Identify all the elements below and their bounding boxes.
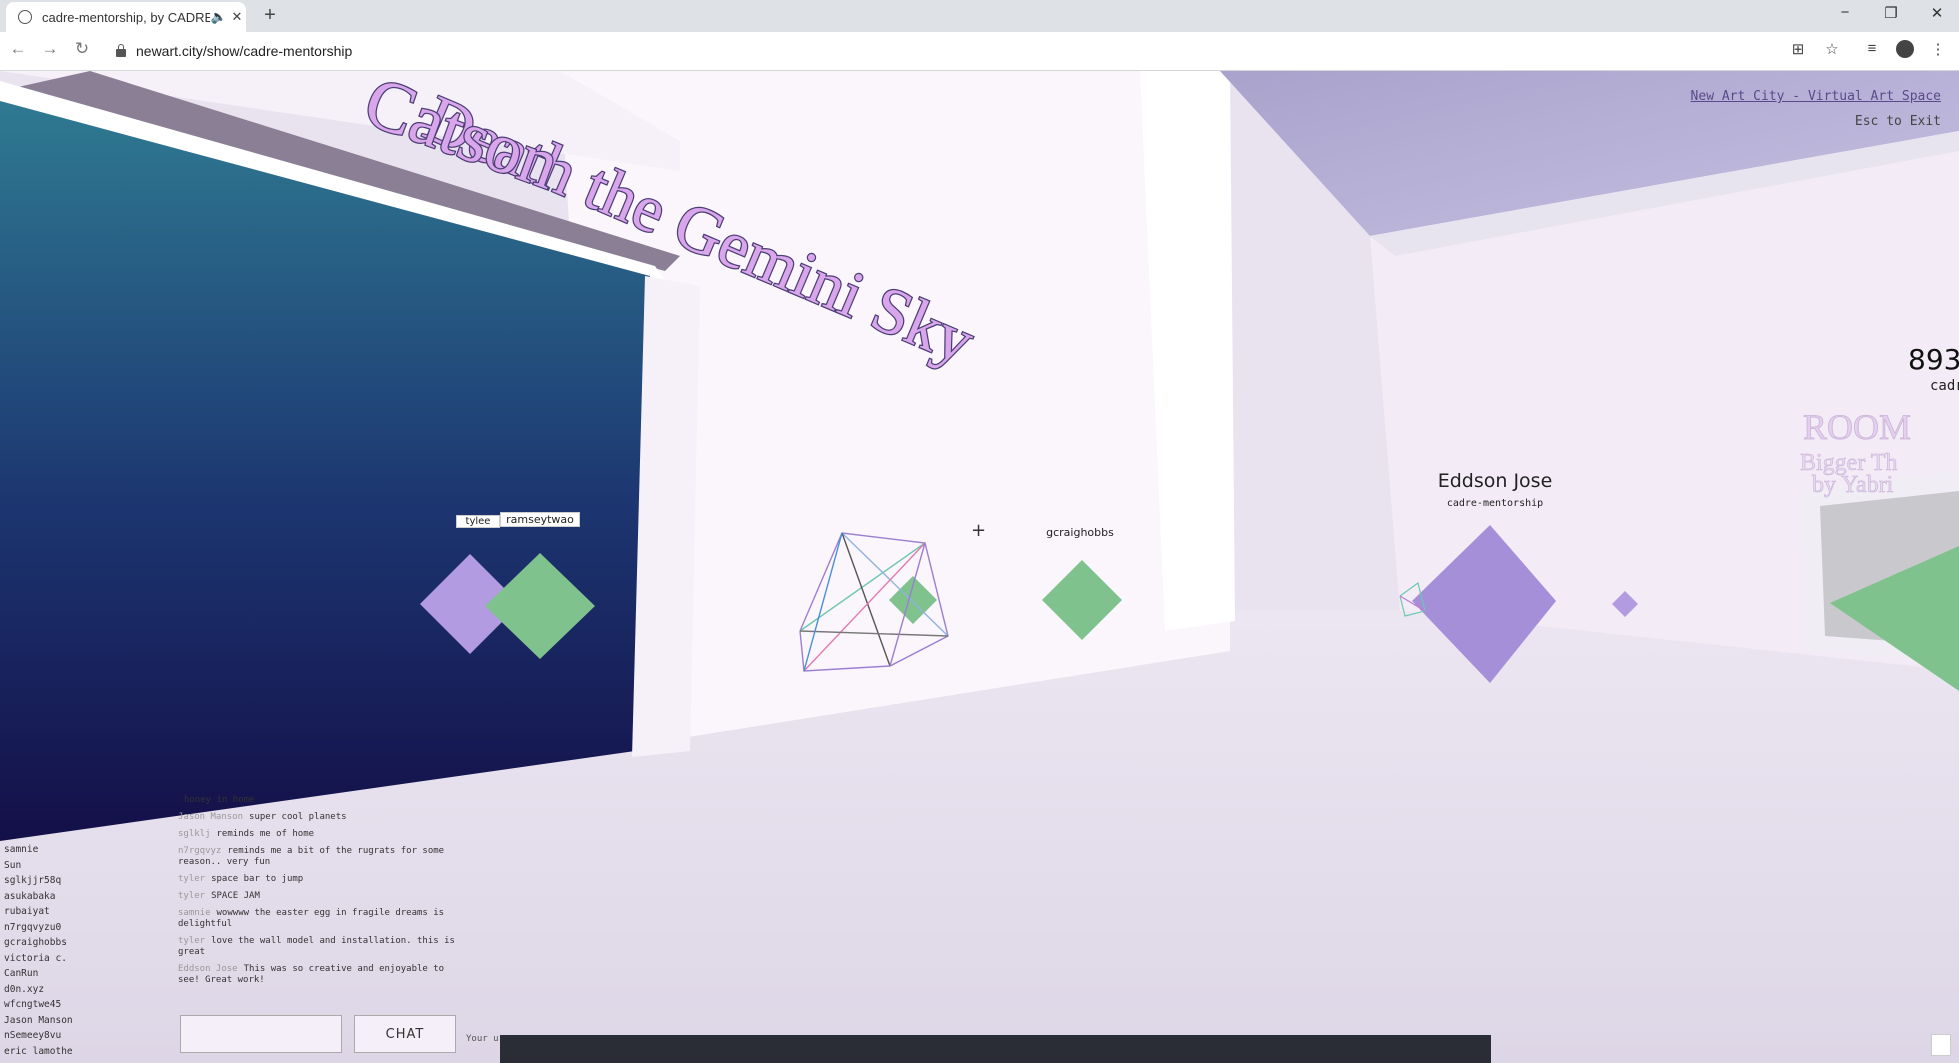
room-subtitle-2: by Yabri [1812,472,1894,498]
blue-wall [0,101,650,841]
new-tab-button[interactable]: + [258,4,282,27]
browser-toolbar: ← → ↻ newart.city/show/cadre-mentorship … [0,32,1959,71]
address-bar[interactable]: newart.city/show/cadre-mentorship [108,37,1768,65]
minimize-button[interactable]: − [1830,4,1860,21]
tab-strip: cadre-mentorship, by CADRE 🔈 ✕ + − ❐ ✕ [0,0,1959,32]
account-icon[interactable] [1896,40,1914,58]
lock-icon [116,44,126,57]
user-item[interactable]: gcraighobbs [4,935,73,951]
forward-icon[interactable]: → [38,39,62,59]
chat-message: samnie wowwww the easter egg in fragile d… [178,908,445,929]
user-item[interactable]: d0n.xyz [4,982,73,998]
avatar-sub-eddson: cadre-mentorship [1446,498,1544,509]
room-title: ROOM [1803,407,1911,447]
user-item[interactable]: samnie [4,842,73,858]
user-item[interactable]: asukabaka [4,889,73,905]
user-item[interactable]: rubaiyat [4,904,73,920]
translate-icon[interactable]: ⊞ [1787,40,1809,58]
bottom-bar [500,1035,1491,1063]
visitor-count: 893 [1908,343,1959,376]
close-tab-icon[interactable]: ✕ [228,9,246,25]
chat-message: Jason Manson super cool planets [178,812,347,822]
restore-button[interactable]: ❐ [1876,4,1906,22]
chat-message: tyler love the wall model and installatio… [178,936,455,957]
url-text: newart.city/show/cadre-mentorship [136,43,353,59]
new-art-city-link[interactable]: New Art City - Virtual Art Space [1691,89,1941,104]
user-item[interactable]: Sun [4,858,73,874]
user-item[interactable]: Jason Manson [4,1013,73,1029]
chat-log: honey in home Jason Manson super cool pla… [178,795,458,992]
chat-message: tyler space bar to jump [178,874,304,884]
user-list: samnie Sun sglkjjr58q asukabaka rubaiyat… [4,842,73,1059]
bookmark-star-icon[interactable]: ☆ [1821,40,1843,58]
globe-icon [18,10,32,24]
avatar-name-gcraighobbs: gcraighobbs [1046,526,1114,539]
user-item[interactable]: eric lamothe [4,1044,73,1060]
user-item[interactable]: nSemeey8vu [4,1028,73,1044]
menu-icon[interactable]: ⋮ [1927,40,1949,58]
chat-message: n7rgqvyz reminds me a bit of the rugrats … [178,846,445,867]
chat-message: tyler SPACE JAM [178,891,260,901]
close-window-button[interactable]: ✕ [1922,4,1952,22]
visitor-count-sub: cadr [1930,378,1959,394]
fullscreen-toggle[interactable] [1931,1034,1951,1056]
browser-tab[interactable]: cadre-mentorship, by CADRE 🔈 ✕ [6,2,246,32]
crosshair: + [971,520,986,541]
esc-to-exit-label: Esc to Exit [1854,114,1941,129]
chat-button[interactable]: CHAT [354,1015,456,1053]
avatar-tag-2: ramseytwao [500,512,580,527]
hud-top-right: New Art City - Virtual Art Space Esc to … [1691,89,1941,129]
back-icon[interactable]: ← [6,39,30,59]
chat-message: Eddson Jose This was so creative and enjo… [178,964,445,985]
reload-icon[interactable]: ↻ [70,39,94,59]
chat-input[interactable] [180,1015,342,1053]
avatar-name-eddson: Eddson Jose [1437,470,1553,492]
chat-message: sglklj reminds me of home [178,829,315,839]
tab-title: cadre-mentorship, by CADRE [42,9,210,25]
your-label: Your u [466,1034,499,1044]
user-item[interactable]: sglkjjr58q [4,873,73,889]
user-item[interactable]: n7rgqvyzu0 [4,920,73,936]
avatar-tag-1: tylee [456,515,500,528]
media-control-icon[interactable]: ≡ [1861,40,1883,57]
speaker-icon[interactable]: 🔈 [210,9,228,25]
user-item[interactable]: victoria c. [4,951,73,967]
user-item[interactable]: CanRun [4,966,73,982]
chat-message: honey in home [184,795,255,805]
user-item[interactable]: wfcngtwe45 [4,997,73,1013]
